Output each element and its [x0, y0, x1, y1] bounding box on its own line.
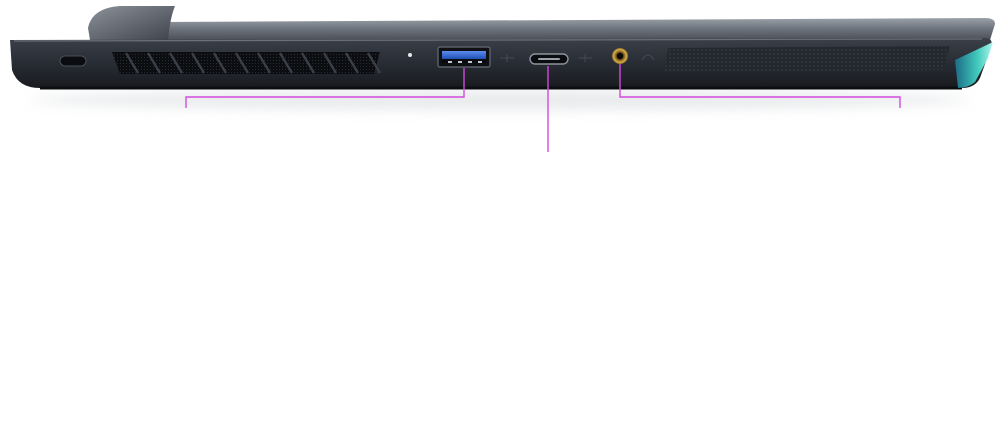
lock-slot-icon	[59, 55, 87, 67]
laptop-lid	[160, 18, 995, 40]
audio-jack-icon	[612, 48, 628, 64]
cooling-vent	[112, 52, 382, 74]
speaker-grille	[664, 46, 950, 72]
laptop-side-view	[10, 6, 995, 152]
usb-a-port-icon	[437, 46, 491, 68]
product-image-stage	[0, 0, 1000, 438]
status-led	[408, 53, 412, 57]
rear-hinge	[88, 6, 175, 40]
usb-c-port-icon	[529, 53, 569, 65]
floor-shadow	[30, 90, 970, 110]
